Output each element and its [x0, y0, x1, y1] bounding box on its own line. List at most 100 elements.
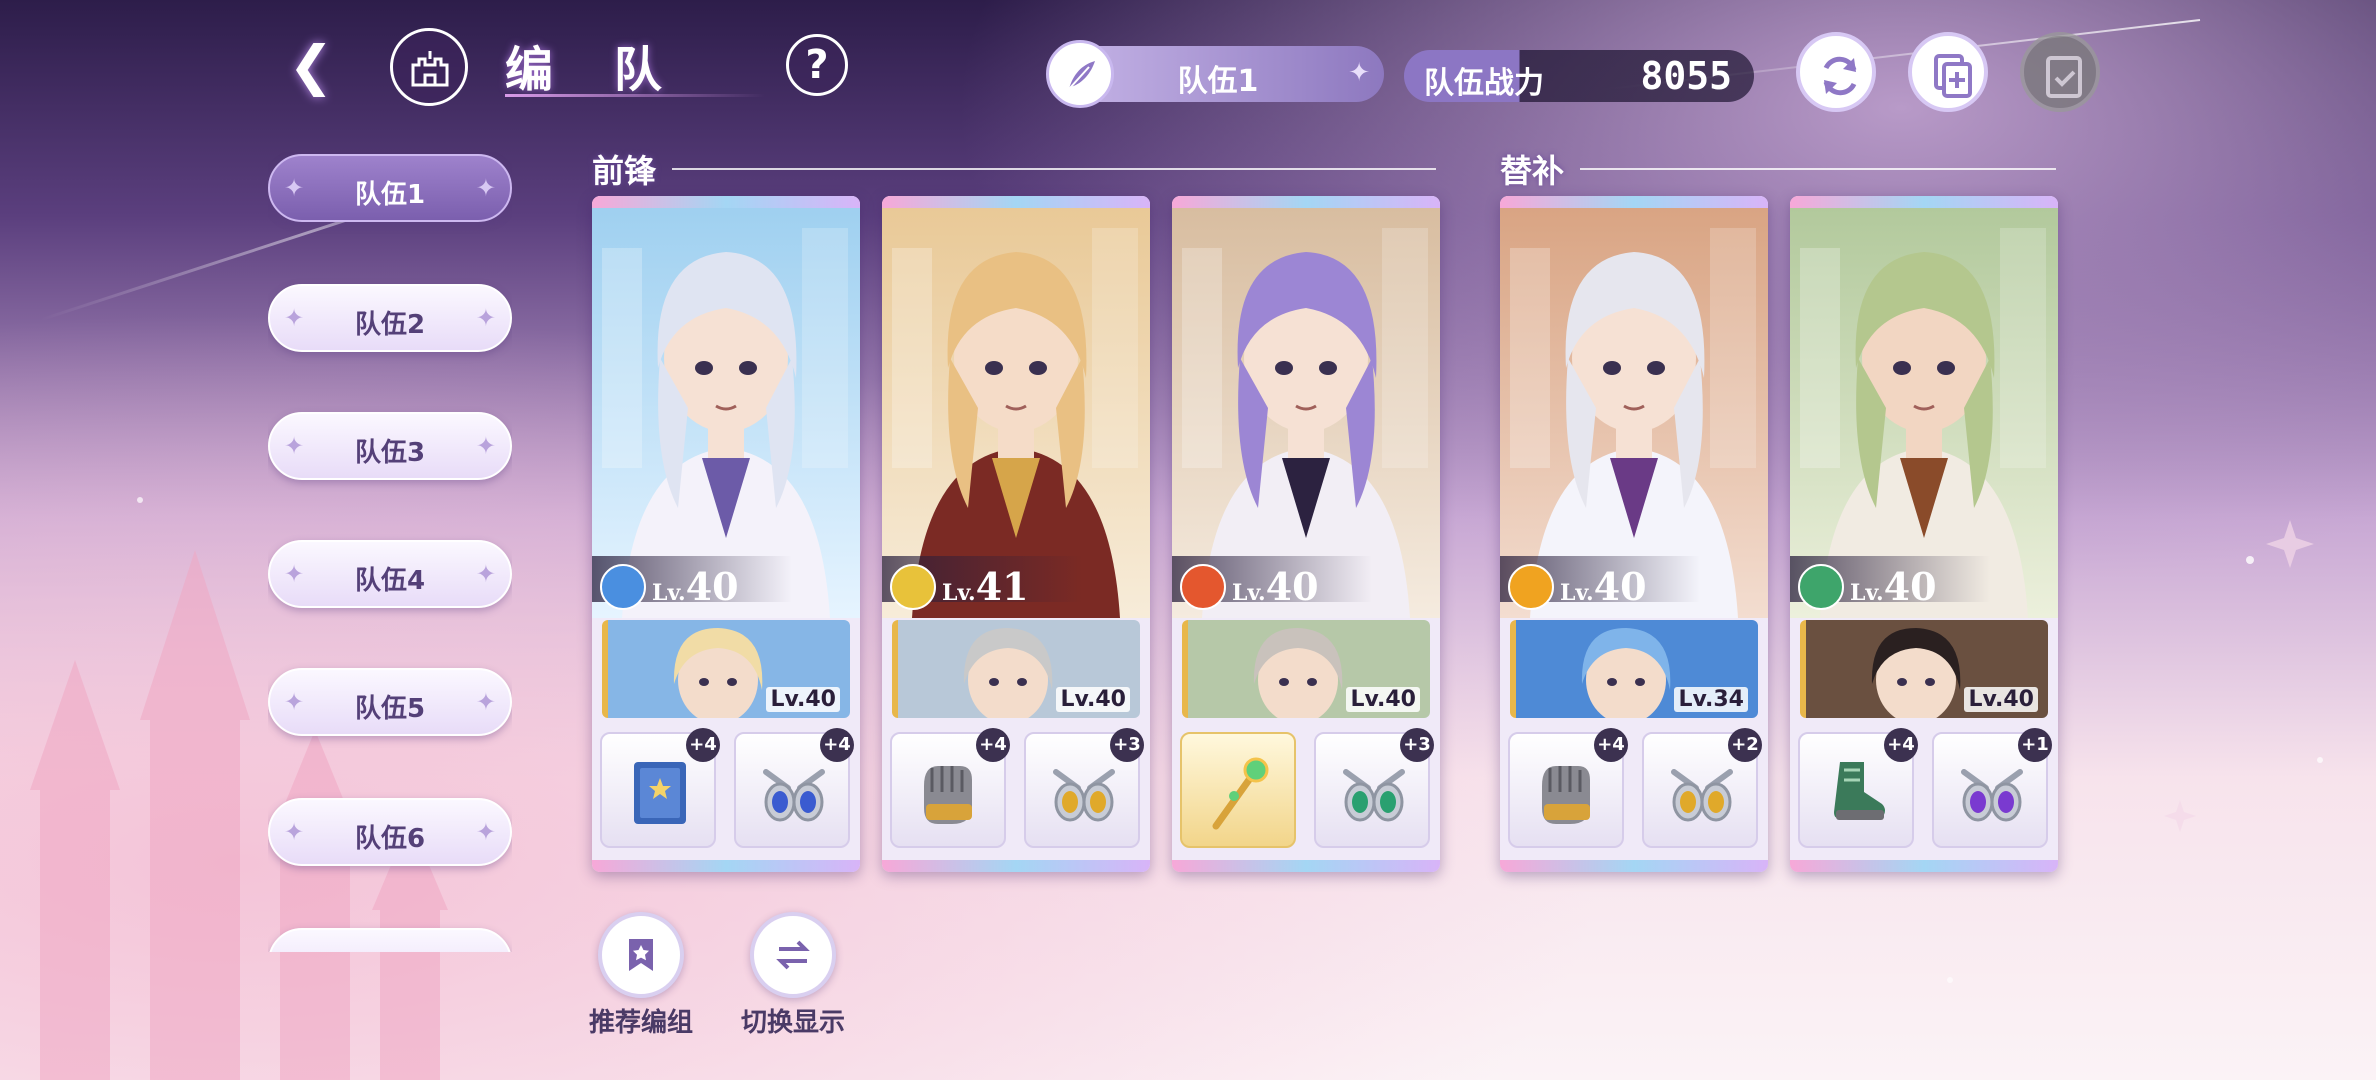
- team-selector[interactable]: 队伍1 ✦: [1046, 40, 1384, 108]
- enhance-level-badge: +4: [1884, 728, 1918, 762]
- character-level: Lv.41: [942, 564, 1029, 609]
- support-character-slot[interactable]: Lv.34: [1510, 620, 1758, 718]
- equipment-slot[interactable]: +4: [1798, 728, 1918, 848]
- equipment-slot[interactable]: +1: [1932, 728, 2052, 848]
- level-prefix: Lv.: [942, 580, 976, 606]
- enhance-level-badge: +1: [2018, 728, 2052, 762]
- card-rim: [1172, 196, 1440, 208]
- enhance-level-badge: +3: [1400, 728, 1434, 762]
- equipment-slot[interactable]: +3: [1314, 728, 1434, 848]
- level-value: 40: [1593, 564, 1647, 609]
- level-prefix: Lv.: [652, 580, 686, 606]
- top-bar: ❮ 编 队 ? 队伍1 ✦ 队伍战力 8055: [0, 0, 2376, 140]
- swap-arrows-icon: [776, 940, 810, 970]
- equipment-slot[interactable]: +2: [1642, 728, 1762, 848]
- enhance-level-badge: +4: [976, 728, 1010, 762]
- team-tab-7-partial[interactable]: [268, 928, 512, 952]
- refresh-button[interactable]: [1796, 32, 1876, 112]
- back-arrow-icon: ❮: [288, 34, 334, 97]
- sparkle-icon: ✦: [1348, 58, 1370, 88]
- recommend-label: 推荐编组: [588, 1008, 693, 1038]
- sparkle-icon: ✦: [475, 560, 496, 588]
- gauntlet-icon: [924, 766, 972, 824]
- clipboard-check-icon: [2046, 56, 2082, 98]
- card-rim: [1500, 860, 1768, 872]
- team-tab-4[interactable]: ✦ 队伍4 ✦: [268, 540, 512, 608]
- team-tab-label: 队伍4: [354, 566, 426, 596]
- recommend-circle: [598, 912, 684, 998]
- card-rim: [1172, 860, 1440, 872]
- support-character-slot[interactable]: Lv.40: [602, 620, 850, 718]
- paste-team-button[interactable]: [2020, 32, 2100, 112]
- home-button[interactable]: [390, 28, 468, 106]
- character-card[interactable]: Lv.40 Lv.40 +4 +4: [592, 196, 860, 872]
- character-card[interactable]: Lv.40 Lv.40 +3: [1172, 196, 1440, 872]
- fire-icon: [1180, 564, 1226, 610]
- level-value: 41: [975, 564, 1029, 609]
- page-title: 编 队: [505, 42, 684, 98]
- card-rim: [1790, 196, 2058, 208]
- card-rim: [882, 196, 1150, 208]
- team-tab-5[interactable]: ✦ 队伍5 ✦: [268, 668, 512, 736]
- team-power-value: 8055: [1640, 54, 1732, 98]
- equipment-slot[interactable]: +4: [734, 728, 854, 848]
- team-selector-label: 队伍1: [1177, 64, 1259, 99]
- support-character-slot[interactable]: Lv.40: [1800, 620, 2048, 718]
- back-button[interactable]: ❮: [272, 30, 350, 102]
- castle-icon: [411, 51, 449, 87]
- front-section-divider: [672, 168, 1436, 170]
- team-tab-2[interactable]: ✦ 队伍2 ✦: [268, 284, 512, 352]
- enhance-level-badge: +3: [1110, 728, 1144, 762]
- equipment-slot[interactable]: [1180, 732, 1296, 848]
- enhance-level-badge: +4: [686, 728, 720, 762]
- help-button[interactable]: ?: [786, 34, 848, 96]
- recommend-team-button[interactable]: 推荐编组: [582, 912, 700, 1039]
- title-underline: [505, 94, 765, 97]
- support-level: Lv.40: [1056, 687, 1130, 712]
- sparkle-icon: ✦: [475, 432, 496, 460]
- team-tab-3[interactable]: ✦ 队伍3 ✦: [268, 412, 512, 480]
- character-level: Lv.40: [1232, 564, 1319, 609]
- support-level: Lv.40: [766, 687, 840, 712]
- water-icon: [600, 564, 646, 610]
- level-value: 40: [1883, 564, 1937, 609]
- support-character-slot[interactable]: Lv.40: [892, 620, 1140, 718]
- character-card[interactable]: Lv.40 Lv.40 +4 +1: [1790, 196, 2058, 872]
- gold-gem-ring-icon: [1671, 769, 1733, 822]
- level-value: 40: [685, 564, 739, 609]
- sparkle-icon: ✦: [475, 688, 496, 716]
- character-card[interactable]: Lv.41 Lv.40 +4 +3: [882, 196, 1150, 872]
- team-list: ✦ 队伍1 ✦ ✦ 队伍2 ✦ ✦ 队伍3 ✦ ✦ 队伍4 ✦ ✦ 队伍5 ✦ …: [268, 152, 512, 952]
- character-card[interactable]: Lv.40 Lv.34 +4 +2: [1500, 196, 1768, 872]
- team-tab-label: 队伍2: [354, 310, 426, 340]
- gold-gem-ring-icon: [1053, 769, 1115, 822]
- fist-icon: [890, 564, 936, 610]
- equipment-slot[interactable]: +4: [1508, 728, 1628, 848]
- sparkle-icon: ✦: [475, 174, 496, 202]
- level-prefix: Lv.: [1560, 580, 1594, 606]
- enhance-level-badge: +4: [820, 728, 854, 762]
- staff-icon: [1212, 757, 1269, 830]
- team-tab-label: 队伍3: [354, 438, 426, 468]
- enhance-level-badge: +4: [1594, 728, 1628, 762]
- equipment-slot[interactable]: +4: [600, 728, 720, 848]
- copy-team-button[interactable]: [1908, 32, 1988, 112]
- character-level: Lv.40: [652, 564, 739, 609]
- card-rim: [592, 196, 860, 208]
- team-tab-6[interactable]: ✦ 队伍6 ✦: [268, 798, 512, 866]
- question-icon: ?: [805, 42, 829, 88]
- card-rim: [592, 860, 860, 872]
- team-tab-1[interactable]: ✦ 队伍1 ✦: [268, 154, 512, 222]
- equipment-slot[interactable]: +4: [890, 728, 1010, 848]
- team-power: 队伍战力 8055: [1404, 50, 1754, 102]
- character-level: Lv.40: [1850, 564, 1937, 609]
- switch-display-button[interactable]: 切换显示: [734, 912, 852, 1039]
- support-character-slot[interactable]: Lv.40: [1182, 620, 1430, 718]
- support-level: Lv.34: [1674, 687, 1748, 712]
- level-prefix: Lv.: [1850, 580, 1884, 606]
- equipment-slot[interactable]: +3: [1024, 728, 1144, 848]
- front-section-title: 前锋: [592, 152, 657, 190]
- book-icon: [634, 762, 686, 824]
- team-tab-label: 队伍6: [354, 824, 426, 854]
- fist-icon: [1508, 564, 1554, 610]
